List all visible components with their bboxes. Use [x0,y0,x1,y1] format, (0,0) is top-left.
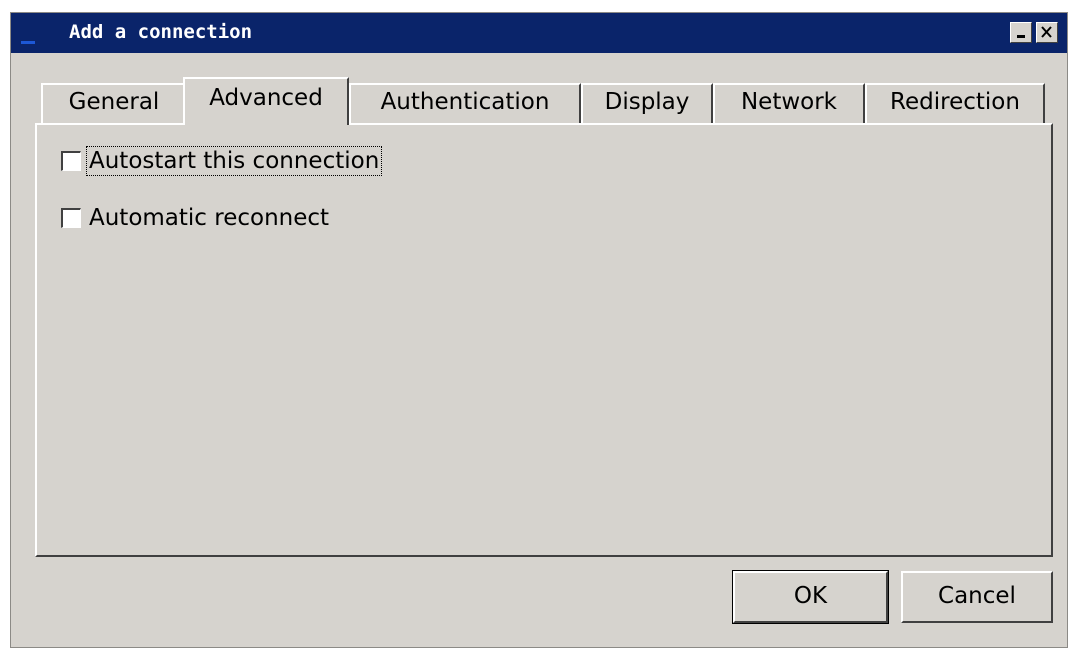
window-icon [21,38,35,44]
cancel-button[interactable]: Cancel [901,571,1053,623]
add-connection-dialog: Add a connection General Advanced Authen… [10,12,1068,648]
minimize-icon [1017,35,1025,38]
reconnect-checkbox[interactable] [61,208,81,228]
reconnect-option[interactable]: Automatic reconnect [61,202,331,234]
tab-bar: General Advanced Authentication Display … [41,77,1053,125]
window-title: Add a connection [69,21,253,43]
reconnect-label[interactable]: Automatic reconnect [87,204,331,232]
tab-network[interactable]: Network [713,83,865,123]
title-bar[interactable]: Add a connection [11,13,1067,53]
close-button[interactable] [1036,22,1058,43]
tab-display[interactable]: Display [581,83,713,123]
minimize-button[interactable] [1010,22,1032,43]
tab-redirection[interactable]: Redirection [865,83,1045,123]
tab-advanced[interactable]: Advanced [183,77,349,125]
autostart-label[interactable]: Autostart this connection [85,146,383,176]
close-icon [1041,26,1052,38]
autostart-option[interactable]: Autostart this connection [61,145,383,177]
advanced-panel: Autostart this connection Automatic reco… [35,123,1053,557]
tab-general[interactable]: General [41,83,187,123]
autostart-checkbox[interactable] [61,151,81,171]
tab-authentication[interactable]: Authentication [349,83,581,123]
ok-button[interactable]: OK [732,570,889,624]
